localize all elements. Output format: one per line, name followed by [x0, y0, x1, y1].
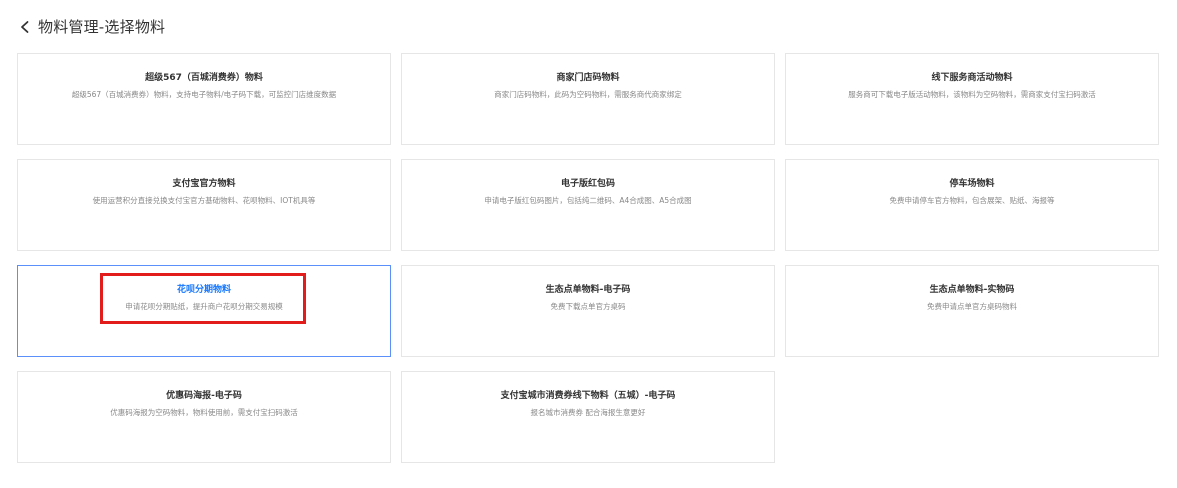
material-card-parking[interactable]: 停车场物料 免费申请停车官方物料，包含展架、贴纸、海报等 [785, 159, 1159, 251]
card-description: 超级567（百城消费券）物料，支持电子物料/电子码下载，可监控门店维度数据 [71, 90, 337, 99]
card-description: 服务商可下载电子版活动物料，该物料为空码物料，需商家支付宝扫码激活 [848, 90, 1096, 99]
card-description: 免费申请点单官方桌码物料 [927, 302, 1017, 311]
material-card-coupon-poster[interactable]: 优惠码海报-电子码 优惠码海报为空码物料，物料使用前，需支付宝扫码激活 [17, 371, 391, 463]
annotation-highlight-box [100, 273, 306, 324]
card-description: 申请电子版红包码图片，包括纯二维码、A4合成图、A5合成图 [484, 196, 692, 205]
card-description: 免费下载点单官方桌码 [550, 302, 626, 311]
card-description: 商家门店码物料，此码为空码物料，需服务商代商家绑定 [494, 90, 682, 99]
card-title: 优惠码海报-电子码 [166, 391, 242, 401]
card-title: 支付宝官方物料 [172, 179, 236, 189]
card-description: 使用运营积分直接兑换支付宝官方基础物料、花呗物料、IOT机具等 [92, 196, 316, 205]
material-card-offline-service[interactable]: 线下服务商活动物料 服务商可下载电子版活动物料，该物料为空码物料，需商家支付宝扫… [785, 53, 1159, 145]
card-title: 花呗分期物料 [176, 285, 231, 295]
back-button[interactable]: 物料管理-选择物料 [18, 16, 165, 37]
material-card-ordering-physical[interactable]: 生态点单物料-实物码 免费申请点单官方桌码物料 [785, 265, 1159, 357]
card-description: 报名城市消费券 配合海报生意更好 [530, 408, 646, 417]
material-card-city-coupon[interactable]: 支付宝城市消费券线下物料（五城）-电子码 报名城市消费券 配合海报生意更好 [401, 371, 775, 463]
material-card-ordering-electronic[interactable]: 生态点单物料-电子码 免费下载点单官方桌码 [401, 265, 775, 357]
material-card-super567[interactable]: 超级567（百城消费券）物料 超级567（百城消费券）物料，支持电子物料/电子码… [17, 53, 391, 145]
material-card-huabei-installment[interactable]: 花呗分期物料 申请花呗分期贴纸，提升商户花呗分期交易规模 [17, 265, 391, 357]
card-title: 超级567（百城消费券）物料 [145, 73, 263, 83]
card-description: 免费申请停车官方物料，包含展架、贴纸、海报等 [889, 196, 1055, 205]
material-card-alipay-official[interactable]: 支付宝官方物料 使用运营积分直接兑换支付宝官方基础物料、花呗物料、IOT机具等 [17, 159, 391, 251]
chevron-left-icon[interactable] [18, 19, 32, 33]
material-card-red-packet[interactable]: 电子版红包码 申请电子版红包码图片，包括纯二维码、A4合成图、A5合成图 [401, 159, 775, 251]
card-title: 生态点单物料-实物码 [929, 285, 1015, 295]
card-title: 生态点单物料-电子码 [545, 285, 631, 295]
material-card-store-code[interactable]: 商家门店码物料 商家门店码物料，此码为空码物料，需服务商代商家绑定 [401, 53, 775, 145]
card-title: 电子版红包码 [560, 179, 615, 189]
card-title: 商家门店码物料 [556, 73, 620, 83]
card-title: 线下服务商活动物料 [931, 73, 1013, 83]
material-grid: 超级567（百城消费券）物料 超级567（百城消费券）物料，支持电子物料/电子码… [17, 53, 1159, 463]
page-header: 物料管理-选择物料 [18, 14, 165, 38]
card-description: 优惠码海报为空码物料，物料使用前，需支付宝扫码激活 [110, 408, 298, 417]
page-title: 物料管理-选择物料 [38, 17, 166, 36]
card-title: 支付宝城市消费券线下物料（五城）-电子码 [500, 391, 676, 401]
card-description: 申请花呗分期贴纸，提升商户花呗分期交易规模 [125, 302, 283, 311]
card-title: 停车场物料 [949, 179, 995, 189]
